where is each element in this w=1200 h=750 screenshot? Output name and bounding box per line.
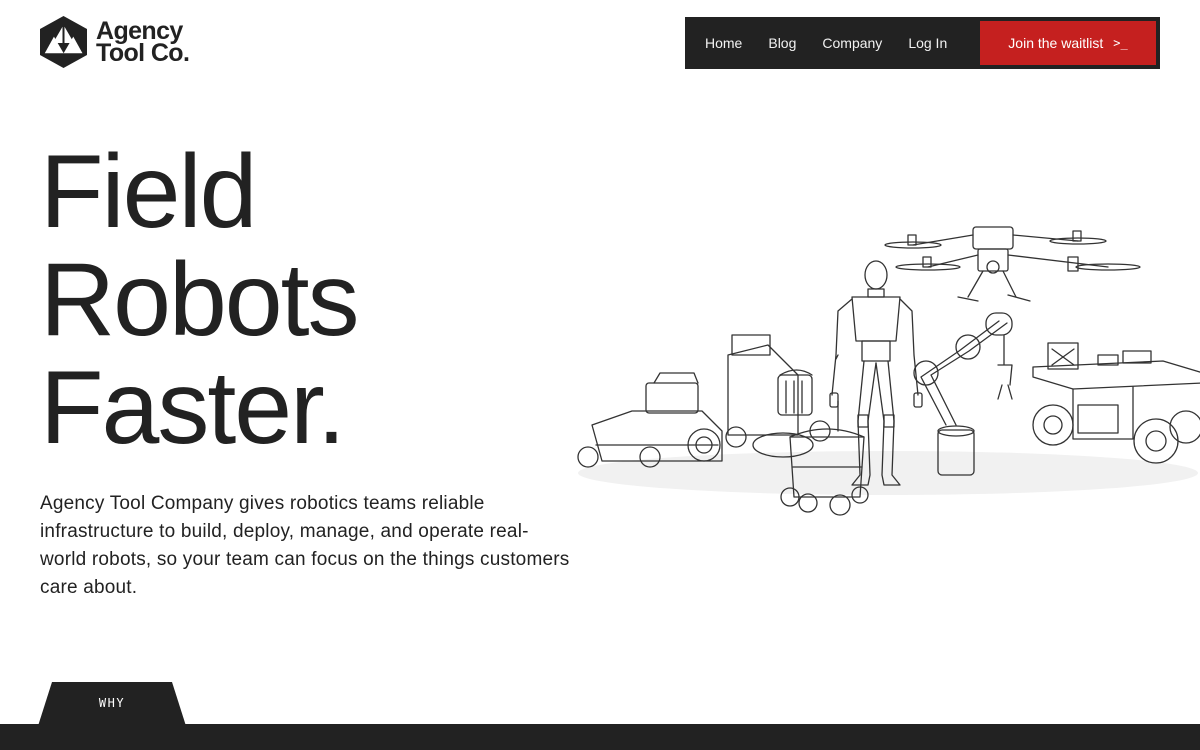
nav-company-link[interactable]: Company: [806, 21, 882, 65]
section-band: [0, 724, 1200, 750]
hero-title-line: Faster.: [40, 350, 346, 466]
nav-home-link[interactable]: Home: [689, 21, 742, 65]
robotic-arm-illustration: [913, 312, 1013, 476]
rover-robot-illustration: [1032, 342, 1200, 464]
nav-login-link[interactable]: Log In: [892, 21, 947, 65]
join-waitlist-button[interactable]: Join the waitlist >_: [980, 21, 1156, 65]
hero-description: Agency Tool Company gives robotics teams…: [40, 493, 570, 598]
utility-robot-illustration: [725, 334, 831, 458]
hero-title-line: Robots: [40, 242, 360, 358]
brand-name-line2: Tool Co.: [96, 39, 190, 67]
triangle-hexagon-icon: [40, 16, 87, 68]
hero-title: Field Robots Faster.: [40, 134, 360, 466]
nav-blog-link[interactable]: Blog: [752, 21, 796, 65]
robots-illustration: [577, 226, 1200, 516]
tractor-robot-illustration: [577, 372, 723, 468]
terminal-prompt-icon: >_: [1113, 36, 1128, 50]
why-section-tab[interactable]: WHY: [38, 682, 186, 726]
join-waitlist-label: Join the waitlist: [1008, 35, 1104, 51]
why-tab-label: WHY: [98, 696, 126, 710]
drone-illustration: [884, 226, 1141, 302]
hero-title-line: Field: [40, 134, 257, 250]
top-nav: Home Blog Company Log In Join the waitli…: [685, 17, 1160, 69]
brand-name: Agency Tool Co.: [96, 19, 190, 67]
brand-logo[interactable]: Agency Tool Co.: [40, 16, 190, 68]
